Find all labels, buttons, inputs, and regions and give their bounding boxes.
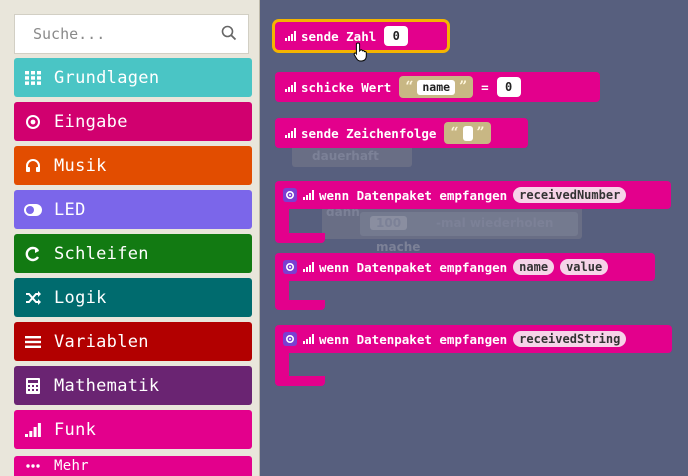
signal-icon — [303, 262, 314, 272]
search-input[interactable] — [15, 15, 233, 53]
on-received-string-block[interactable]: wenn Datenpaket empfangen receivedString — [275, 325, 672, 353]
ghost-repeat-label: -mal wiederholen — [436, 216, 554, 230]
target-icon — [24, 113, 42, 131]
toggle-icon — [24, 201, 42, 219]
on-received-number-block[interactable]: wenn Datenpaket empfangen receivedNumber — [275, 181, 671, 209]
toolbox: Grundlagen Eingabe Musik LED Schleifen L… — [0, 0, 260, 476]
number-slot-wrap: 0 — [384, 26, 409, 46]
category-label: Schleifen — [54, 243, 149, 264]
received-number-param[interactable]: receivedNumber — [513, 187, 627, 203]
on-received-label: wenn Datenpaket empfangen — [319, 259, 508, 275]
shuffle-icon — [24, 289, 42, 307]
string-slot-wrap: “ ” — [444, 122, 491, 144]
workspace[interactable]: dauerhaft dann 100 -mal wiederholen mach… — [260, 0, 688, 476]
signal-icon — [24, 421, 42, 439]
event-body-foot — [275, 300, 325, 310]
number-input[interactable]: 0 — [498, 78, 519, 96]
signal-icon — [285, 82, 296, 92]
close-quote-icon: ” — [476, 125, 485, 141]
calculator-icon — [24, 377, 42, 395]
gear-icon[interactable] — [283, 332, 297, 346]
category-variablen[interactable]: Variablen — [14, 322, 252, 361]
name-string-input[interactable]: name — [417, 79, 456, 95]
ghost-forever-label: dauerhaft — [312, 149, 379, 163]
hand-cursor-icon — [353, 42, 367, 62]
category-label: Mathematik — [54, 375, 160, 396]
category-mathematik[interactable]: Mathematik — [14, 366, 252, 405]
on-received-label: wenn Datenpaket empfangen — [319, 331, 508, 347]
category-musik[interactable]: Musik — [14, 146, 252, 185]
headphones-icon — [24, 157, 42, 175]
on-received-value-block[interactable]: wenn Datenpaket empfangen name value — [275, 253, 655, 281]
signal-icon — [285, 31, 296, 41]
received-value-param[interactable]: value — [560, 259, 609, 275]
category-label: Funk — [54, 419, 97, 440]
signal-icon — [303, 190, 314, 200]
send-string-label: sende Zeichenfolge — [301, 125, 437, 141]
grid-icon — [24, 69, 42, 87]
category-label: Musik — [54, 155, 107, 176]
ghost-repeat-count: 100 — [370, 216, 408, 230]
search-box[interactable] — [14, 14, 249, 54]
string-input[interactable] — [462, 125, 473, 141]
number-slot-wrap: 0 — [496, 77, 521, 97]
dots-icon — [24, 457, 42, 475]
gear-icon[interactable] — [283, 188, 297, 202]
signal-icon — [285, 128, 296, 138]
on-received-label: wenn Datenpaket empfangen — [319, 187, 508, 203]
category-label: LED — [54, 199, 86, 220]
loop-icon — [24, 245, 42, 263]
search-icon[interactable] — [220, 24, 238, 42]
equals-label: = — [481, 79, 489, 95]
category-label: Logik — [54, 287, 107, 308]
category-logik[interactable]: Logik — [14, 278, 252, 317]
number-input[interactable]: 0 — [386, 27, 407, 45]
list-icon — [24, 333, 42, 351]
category-funk[interactable]: Funk — [14, 410, 252, 449]
category-eingabe[interactable]: Eingabe — [14, 102, 252, 141]
category-label: Grundlagen — [54, 67, 160, 88]
open-quote-icon: “ — [405, 79, 414, 95]
close-quote-icon: ” — [459, 79, 468, 95]
category-led[interactable]: LED — [14, 190, 252, 229]
send-value-block[interactable]: schicke Wert “ name ” = 0 — [275, 72, 600, 102]
open-quote-icon: “ — [450, 125, 459, 141]
received-name-param[interactable]: name — [513, 259, 555, 275]
string-slot-wrap: “ name ” — [399, 76, 474, 98]
category-schleifen[interactable]: Schleifen — [14, 234, 252, 273]
send-string-block[interactable]: sende Zeichenfolge “ ” — [275, 118, 528, 148]
event-body-foot — [275, 233, 325, 243]
send-value-label: schicke Wert — [301, 79, 392, 95]
category-label: Variablen — [54, 331, 149, 352]
category-label: Mehr — [54, 458, 89, 474]
signal-icon — [303, 334, 314, 344]
category-grundlagen[interactable]: Grundlagen — [14, 58, 252, 97]
event-body-foot — [275, 376, 325, 386]
category-label: Eingabe — [54, 111, 128, 132]
received-string-param[interactable]: receivedString — [513, 331, 627, 347]
ghost-do-label: mache — [376, 240, 421, 254]
gear-icon[interactable] — [283, 260, 297, 274]
category-mehr[interactable]: Mehr — [14, 456, 252, 476]
